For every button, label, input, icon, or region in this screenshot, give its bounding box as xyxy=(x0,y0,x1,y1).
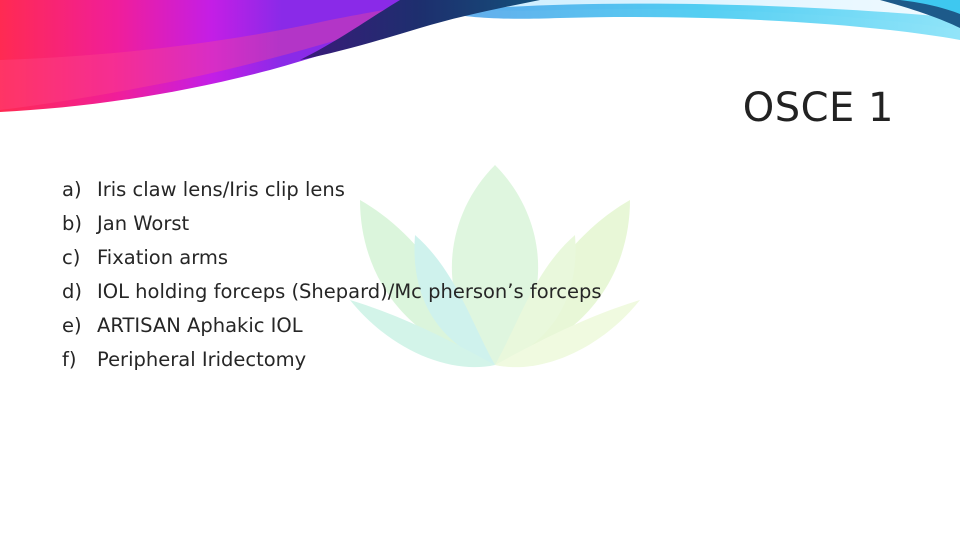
list-item-text: IOL holding forceps (Shepard)/Mc pherson… xyxy=(97,280,602,303)
answer-list: a) Iris claw lens/Iris clip lens b) Jan … xyxy=(62,173,601,377)
list-item-text: ARTISAN Aphakic IOL xyxy=(97,314,303,337)
list-item: d) IOL holding forceps (Shepard)/Mc pher… xyxy=(62,275,601,309)
list-item: e) ARTISAN Aphakic IOL xyxy=(62,309,601,343)
list-item-text: Jan Worst xyxy=(97,212,190,235)
list-item-text: Fixation arms xyxy=(97,246,229,269)
list-marker: d) xyxy=(62,280,82,303)
list-marker: a) xyxy=(62,178,82,201)
slide: OSCE 1 a) Iris claw lens/Iris clip lens … xyxy=(0,0,960,540)
list-marker: e) xyxy=(62,314,82,337)
list-item-text: Iris claw lens/Iris clip lens xyxy=(97,178,345,201)
slide-title: OSCE 1 xyxy=(742,85,894,131)
list-item: f) Peripheral Iridectomy xyxy=(62,343,601,377)
list-marker: b) xyxy=(62,212,82,235)
list-item: a) Iris claw lens/Iris clip lens xyxy=(62,173,601,207)
list-marker: c) xyxy=(62,246,81,269)
list-item: c) Fixation arms xyxy=(62,241,601,275)
list-item-text: Peripheral Iridectomy xyxy=(97,348,307,371)
list-item: b) Jan Worst xyxy=(62,207,601,241)
list-marker: f) xyxy=(62,348,77,371)
